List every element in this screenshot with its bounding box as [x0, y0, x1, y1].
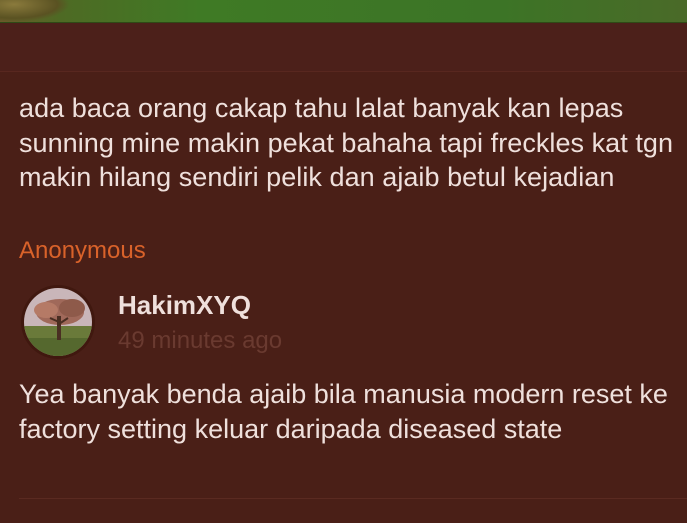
comment-divider	[19, 498, 687, 499]
leaf-image-fragment	[0, 0, 70, 22]
post-footer-band	[0, 23, 687, 72]
reply-avatar[interactable]	[24, 288, 92, 356]
reply-text: Yea banyak benda ajaib bila manusia mode…	[19, 379, 668, 444]
reply-author[interactable]: HakimXYQ	[118, 290, 251, 320]
comment-text: ada baca orang cakap tahu lalat banyak k…	[19, 93, 674, 192]
tree-photo-avatar-icon	[24, 288, 92, 356]
reply-timestamp: 49 minutes ago	[118, 327, 283, 354]
comment-author[interactable]: Anonymous	[19, 236, 146, 266]
post-image-strip[interactable]	[0, 0, 687, 23]
